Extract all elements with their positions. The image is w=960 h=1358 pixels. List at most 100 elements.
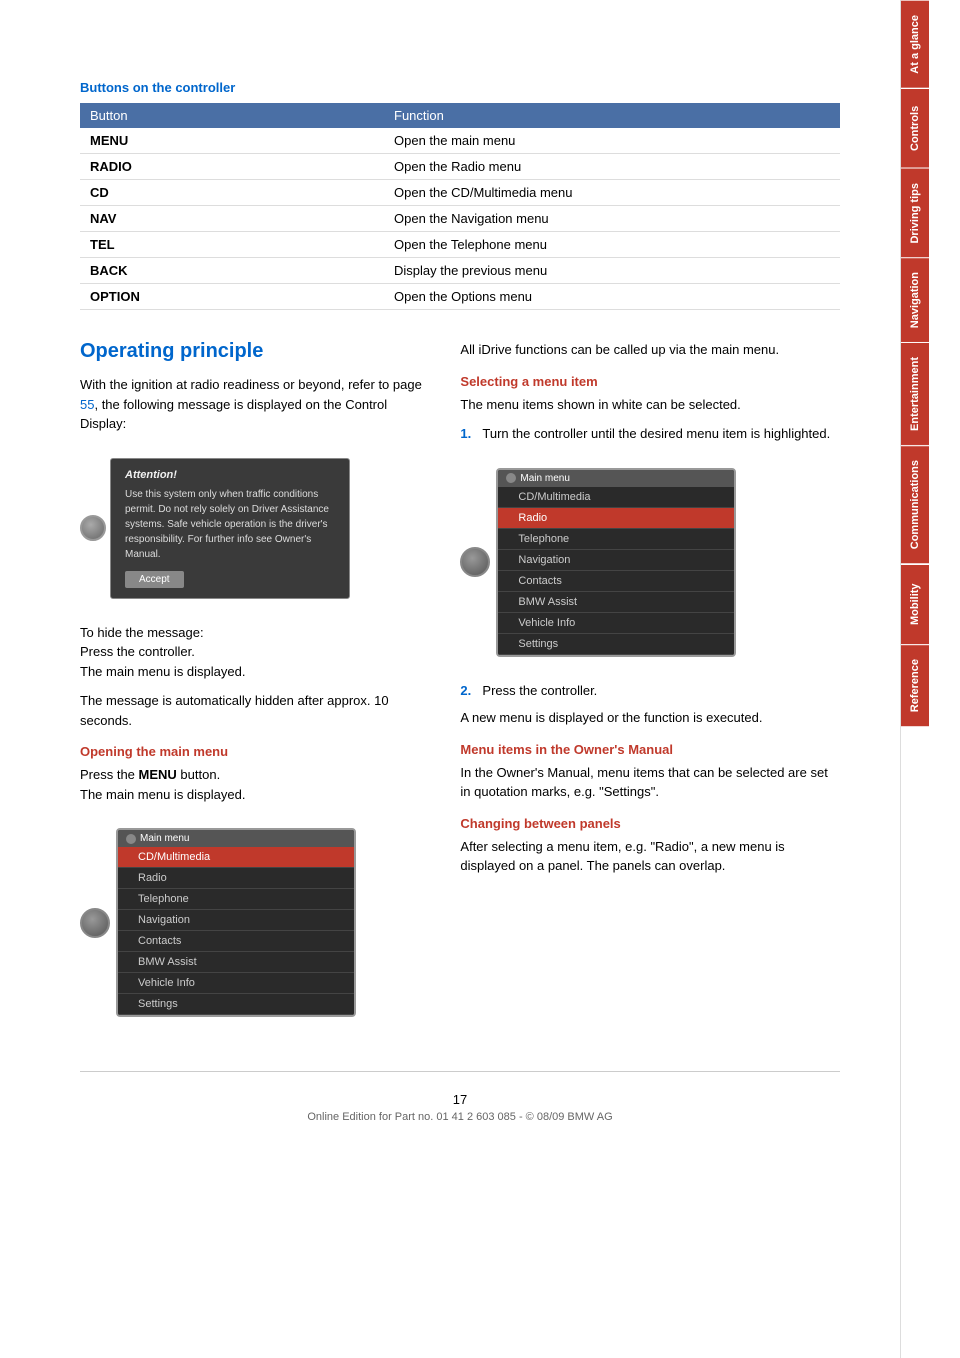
left-screen-container: Main menu CD/MultimediaRadioTelephoneNav… [80, 816, 430, 1029]
accept-button[interactable]: Accept [125, 571, 184, 588]
owners-manual-text: In the Owner's Manual, menu items that c… [460, 763, 840, 802]
buttons-section-title: Buttons on the controller [80, 80, 840, 95]
auto-hidden-text: The message is automatically hidden afte… [80, 691, 430, 730]
menu-item: Settings [118, 994, 354, 1015]
menu-item: Contacts [118, 931, 354, 952]
controller-knob-left [80, 515, 106, 541]
sidebar-tab-mobility[interactable]: Mobility [901, 564, 929, 644]
right-screen-container: Main menu CD/MultimediaRadioTelephoneNav… [460, 456, 840, 669]
left-menu-list: CD/MultimediaRadioTelephoneNavigationCon… [118, 847, 354, 1015]
step-2-number: 2. [460, 681, 476, 701]
menu-item: BMW Assist [498, 592, 734, 613]
menu-item: Navigation [498, 550, 734, 571]
new-menu-text: A new menu is displayed or the function … [460, 708, 840, 728]
page-footer: 17 Online Edition for Part no. 01 41 2 6… [80, 1071, 840, 1133]
button-cell: MENU [80, 128, 384, 154]
col-header-button: Button [80, 103, 384, 128]
intro-paragraph: With the ignition at radio readiness or … [80, 375, 430, 434]
sidebar-tabs-container: At a glanceControlsDriving tipsNavigatio… [901, 0, 938, 726]
screen-icon-right [506, 473, 516, 483]
button-cell: CD [80, 180, 384, 206]
menu-item: Navigation [118, 910, 354, 931]
table-row: BACKDisplay the previous menu [80, 258, 840, 284]
sidebar-tab-entertainment[interactable]: Entertainment [901, 342, 929, 445]
sidebar-tab-communications[interactable]: Communications [901, 445, 929, 563]
page-wrapper: Buttons on the controller Button Functio… [0, 0, 960, 1358]
menu-item: Vehicle Info [498, 613, 734, 634]
function-cell: Open the Navigation menu [384, 206, 840, 232]
right-screen-mockup: Main menu CD/MultimediaRadioTelephoneNav… [496, 468, 736, 657]
main-menu-label-right: Main menu [520, 473, 569, 484]
footer-text: Online Edition for Part no. 01 41 2 603 … [80, 1111, 840, 1123]
table-row: OPTIONOpen the Options menu [80, 284, 840, 310]
col-header-function: Function [384, 103, 840, 128]
table-row: NAVOpen the Navigation menu [80, 206, 840, 232]
selecting-title: Selecting a menu item [460, 374, 840, 389]
changing-panels-text: After selecting a menu item, e.g. "Radio… [460, 837, 840, 876]
button-cell: OPTION [80, 284, 384, 310]
sidebar-tab-controls[interactable]: Controls [901, 88, 929, 168]
controller-knob-right [460, 547, 490, 577]
table-row: CDOpen the CD/Multimedia menu [80, 180, 840, 206]
sidebar-tab-reference[interactable]: Reference [901, 644, 929, 726]
attention-body: Use this system only when traffic condit… [125, 487, 335, 562]
left-column: Operating principle With the ignition at… [80, 340, 430, 1041]
buttons-table: Button Function MENUOpen the main menuRA… [80, 103, 840, 310]
menu-item: Vehicle Info [118, 973, 354, 994]
sidebar-tab-driving-tips[interactable]: Driving tips [901, 168, 929, 258]
screen-icon [126, 834, 136, 844]
button-cell: TEL [80, 232, 384, 258]
attention-box: Attention! Use this system only when tra… [110, 458, 350, 599]
function-cell: Display the previous menu [384, 258, 840, 284]
function-cell: Open the Radio menu [384, 154, 840, 180]
changing-panels-title: Changing between panels [460, 816, 840, 831]
step-1-number: 1. [460, 424, 476, 444]
right-intro-text: All iDrive functions can be called up vi… [460, 340, 840, 360]
page-link[interactable]: 55 [80, 397, 94, 412]
table-row: MENUOpen the main menu [80, 128, 840, 154]
menu-item: CD/Multimedia [498, 487, 734, 508]
hide-message-text: To hide the message:Press the controller… [80, 623, 430, 682]
intro-text2: , the following message is displayed on … [80, 397, 387, 432]
main-menu-label-left: Main menu [140, 833, 189, 844]
function-cell: Open the main menu [384, 128, 840, 154]
menu-item: Telephone [498, 529, 734, 550]
screen-header-right: Main menu [498, 470, 734, 487]
right-column: All iDrive functions can be called up vi… [460, 340, 840, 1041]
function-cell: Open the Options menu [384, 284, 840, 310]
step-2: 2. Press the controller. [460, 681, 840, 701]
operating-principle-heading: Operating principle [80, 340, 430, 363]
menu-item: CD/Multimedia [118, 847, 354, 868]
page-number: 17 [80, 1092, 840, 1107]
button-cell: NAV [80, 206, 384, 232]
buttons-section: Buttons on the controller Button Functio… [80, 80, 840, 310]
button-cell: RADIO [80, 154, 384, 180]
menu-item: Contacts [498, 571, 734, 592]
menu-item: Settings [498, 634, 734, 655]
selecting-text: The menu items shown in white can be sel… [460, 395, 840, 415]
step-2-text: Press the controller. [482, 681, 597, 701]
table-row: RADIOOpen the Radio menu [80, 154, 840, 180]
button-cell: BACK [80, 258, 384, 284]
opening-main-menu-text: Press the MENU button.The main menu is d… [80, 765, 430, 804]
menu-item: Radio [118, 868, 354, 889]
step-1: 1. Turn the controller until the desired… [460, 424, 840, 444]
function-cell: Open the Telephone menu [384, 232, 840, 258]
controller-knob [80, 908, 110, 938]
intro-text1: With the ignition at radio readiness or … [80, 377, 422, 392]
menu-item: Telephone [118, 889, 354, 910]
sidebar-tab-navigation[interactable]: Navigation [901, 257, 929, 342]
table-row: TELOpen the Telephone menu [80, 232, 840, 258]
attention-title: Attention! [125, 469, 335, 481]
owners-manual-title: Menu items in the Owner's Manual [460, 742, 840, 757]
screen-header-left: Main menu [118, 830, 354, 847]
table-header-row: Button Function [80, 103, 840, 128]
sidebar: At a glanceControlsDriving tipsNavigatio… [900, 0, 938, 1358]
function-cell: Open the CD/Multimedia menu [384, 180, 840, 206]
operating-principle-section: Operating principle With the ignition at… [80, 340, 840, 1041]
sidebar-tab-at-a-glance[interactable]: At a glance [901, 0, 929, 88]
menu-item: BMW Assist [118, 952, 354, 973]
opening-main-menu-title: Opening the main menu [80, 744, 430, 759]
step-1-text: Turn the controller until the desired me… [482, 424, 830, 444]
right-menu-list: CD/MultimediaRadioTelephoneNavigationCon… [498, 487, 734, 655]
